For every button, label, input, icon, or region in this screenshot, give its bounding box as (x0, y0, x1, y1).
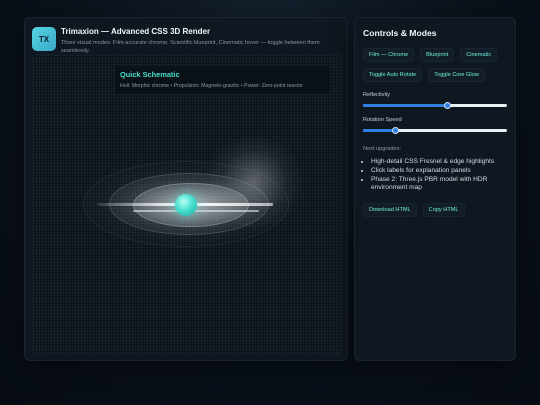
tx-logo-icon: TX (32, 27, 56, 51)
rotation-speed-slider-fill (363, 129, 395, 132)
toggle-buttons: Toggle Auto Rotate Toggle Core Glow (363, 68, 507, 82)
toggle-auto-rotate-button[interactable]: Toggle Auto Rotate (363, 68, 423, 82)
mode-cinematic-button[interactable]: Cinematic (460, 48, 498, 62)
reflectivity-slider-thumb[interactable] (443, 102, 451, 109)
toggle-core-glow-button[interactable]: Toggle Core Glow (428, 68, 485, 82)
render-panel: TX Trimaxion — Advanced CSS 3D Render Th… (24, 17, 348, 361)
list-item: Click labels for explanation panels (371, 167, 507, 176)
rotation-speed-slider[interactable] (363, 127, 507, 134)
schematic-card: Quick Schematic Hull: Morphic chrome • P… (115, 66, 330, 94)
trimaxion-ship-render[interactable] (81, 125, 309, 265)
upgrades-list: High-detail CSS Fresnel & edge highlight… (363, 158, 507, 193)
rotation-speed-slider-thumb[interactable] (391, 127, 399, 134)
controls-title: Controls & Modes (363, 28, 437, 38)
schematic-title: Quick Schematic (120, 70, 180, 79)
hull-lower-strut (133, 210, 259, 212)
reflectivity-label: Reflectivity (363, 92, 391, 98)
reflectivity-slider[interactable] (363, 102, 507, 109)
reactor-core[interactable] (175, 194, 197, 216)
mode-film-chrome-button[interactable]: Film — Chrome (363, 48, 415, 62)
rotation-speed-label: Rotation Speed (363, 117, 402, 123)
mode-blueprint-button[interactable]: Blueprint (420, 48, 455, 62)
mode-buttons: Film — Chrome Blueprint Cinematic (363, 48, 507, 62)
list-item: Phase 2: Three.js PBR model with HDR env… (371, 176, 507, 194)
controls-panel: Controls & Modes Film — Chrome Blueprint… (354, 17, 516, 361)
schematic-specs: Hull: Morphic chrome • Propulsion: Magne… (120, 83, 303, 89)
export-buttons: Download HTML Copy HTML (363, 203, 507, 218)
reflectivity-slider-fill (363, 104, 447, 107)
download-html-button[interactable]: Download HTML (363, 203, 417, 218)
next-upgrades-label: Next upgrades: (363, 146, 401, 152)
list-item: High-detail CSS Fresnel & edge highlight… (371, 158, 507, 167)
page-subtitle: Three visual modes: Film-accurate chrome… (61, 40, 320, 54)
page-title: Trimaxion — Advanced CSS 3D Render (61, 27, 211, 36)
render-viewport[interactable]: Quick Schematic Hull: Morphic chrome • P… (32, 54, 342, 355)
copy-html-button[interactable]: Copy HTML (422, 203, 465, 218)
